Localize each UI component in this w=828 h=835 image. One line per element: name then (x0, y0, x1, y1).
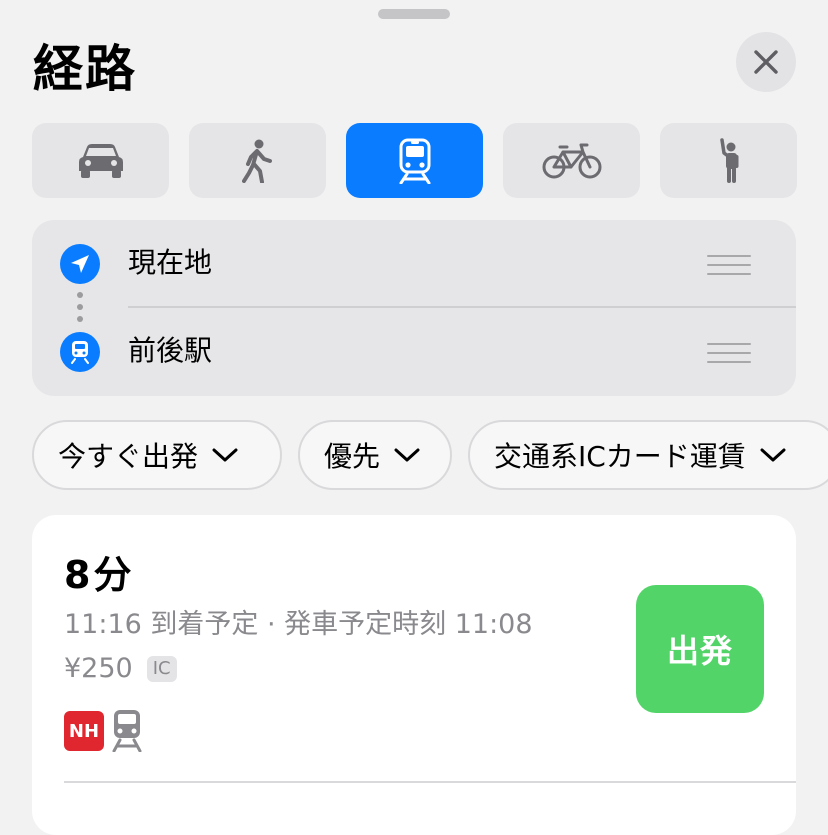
line-badge: NH (64, 711, 104, 751)
destination-reorder-handle[interactable] (707, 343, 751, 370)
origin-field[interactable]: 現在地 (128, 243, 212, 283)
priority-chip[interactable]: 優先 (298, 420, 452, 490)
route-endpoints: 現在地 前後駅 (32, 220, 796, 396)
route-divider (128, 306, 796, 308)
train-station-icon (71, 341, 89, 364)
destination-field[interactable]: 前後駅 (128, 331, 212, 371)
sheet-grabber[interactable] (378, 9, 450, 19)
chevron-down-icon (212, 448, 238, 462)
mode-walk-button[interactable] (189, 123, 326, 198)
close-button[interactable] (736, 32, 796, 92)
walking-icon (241, 139, 272, 183)
route-connector-dots (77, 292, 83, 328)
trip-duration: 8分 (64, 553, 135, 597)
mode-rideshare-button[interactable] (660, 123, 797, 198)
car-icon (78, 143, 123, 178)
fare-amount: ¥250 (64, 653, 133, 684)
origin-pin (60, 244, 100, 284)
mode-car-button[interactable] (32, 123, 169, 198)
depart-time-chip[interactable]: 今すぐ出発 (32, 420, 282, 490)
fare-type-label: 交通系ICカード運賃 (494, 440, 746, 473)
mode-cycle-button[interactable] (503, 123, 640, 198)
chevron-down-icon (760, 448, 786, 462)
train-icon (399, 138, 430, 184)
depart-time-label: 今すぐ出発 (58, 440, 199, 473)
trip-fare: ¥250 IC (64, 651, 177, 687)
train-icon (112, 710, 142, 752)
ic-badge: IC (146, 656, 177, 682)
hailing-person-icon (719, 137, 738, 183)
location-arrow-icon (71, 255, 89, 273)
chevron-down-icon (394, 448, 420, 462)
trip-times: 11:16 到着予定 · 発車予定時刻 11:08 (64, 609, 533, 640)
origin-reorder-handle[interactable] (707, 255, 751, 282)
fare-type-chip[interactable]: 交通系ICカード運賃 (468, 420, 828, 490)
card-divider (64, 781, 796, 783)
destination-pin (60, 332, 100, 372)
close-icon (754, 50, 778, 74)
page-title: 経路 (33, 40, 137, 98)
route-result-card[interactable]: 8分 11:16 到着予定 · 発車予定時刻 11:08 ¥250 IC NH … (32, 515, 796, 835)
mode-transit-button[interactable] (346, 123, 483, 198)
go-button[interactable]: 出発 (636, 585, 764, 713)
bicycle-icon (542, 143, 601, 178)
priority-label: 優先 (324, 440, 381, 473)
